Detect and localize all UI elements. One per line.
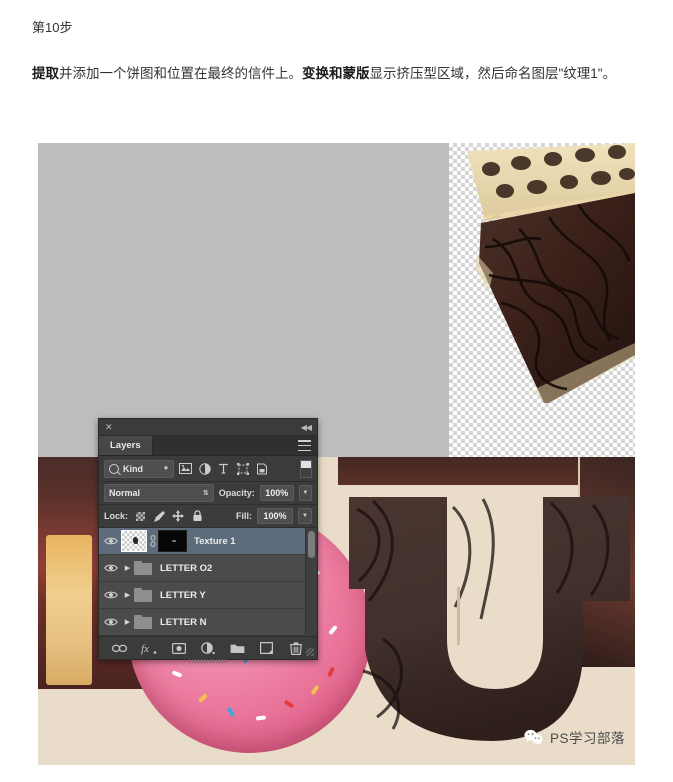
close-icon[interactable]: ✕ — [105, 422, 113, 432]
layers-scrollbar[interactable] — [305, 528, 317, 636]
canvas-gray-area — [38, 143, 449, 457]
folder-icon — [134, 614, 153, 630]
sprinkle — [310, 684, 320, 696]
layer-name[interactable]: Texture 1 — [194, 536, 236, 547]
table-row[interactable]: ▶ LETTER Y — [99, 582, 317, 609]
group-expand-arrow-icon[interactable]: ▶ — [121, 618, 134, 626]
photoshop-layers-panel[interactable]: ✕ ◀◀ Layers Kind ▲ ▼ Normal ⇅ Opacity: 1… — [98, 418, 318, 663]
opacity-input[interactable]: 100% — [259, 485, 294, 501]
step-description-text-2: 显示挤压型区域，然后命名图层"纹理1"。 — [369, 66, 617, 81]
panel-titlebar[interactable]: ✕ ◀◀ — [99, 419, 317, 436]
wechat-icon — [524, 729, 543, 745]
group-expand-arrow-icon[interactable]: ▶ — [121, 564, 134, 572]
sprinkle — [255, 715, 267, 721]
table-row[interactable]: Texture 1 — [99, 528, 317, 555]
layers-panel-footer[interactable]: fx — [99, 636, 317, 663]
layer-name[interactable]: LETTER Y — [160, 590, 206, 601]
layer-name[interactable]: LETTER O2 — [160, 563, 212, 574]
mask-link-icon[interactable] — [147, 531, 158, 551]
layer-visibility-icon[interactable] — [101, 528, 121, 554]
layer-thumbnail[interactable] — [121, 530, 147, 552]
layer-visibility-icon[interactable] — [101, 609, 121, 635]
layer-visibility-icon[interactable] — [101, 555, 121, 581]
sprinkle — [327, 666, 335, 678]
lock-row[interactable]: Lock: Fill: 100% ▼ — [99, 505, 317, 528]
panel-tab-row[interactable]: Layers — [99, 436, 317, 456]
filter-kind-stepper[interactable]: ▲ ▼ — [163, 465, 169, 472]
opacity-dropdown-icon[interactable]: ▼ — [298, 485, 312, 501]
lock-all-icon[interactable] — [190, 509, 204, 523]
sprinkle — [171, 670, 183, 678]
panel-menu-icon[interactable] — [298, 440, 311, 451]
blend-mode-value: Normal — [109, 488, 141, 498]
blend-mode-row[interactable]: Normal ⇅ Opacity: 100% ▼ — [99, 482, 317, 505]
filter-shape-layers-icon[interactable] — [235, 461, 250, 476]
svg-text:fx: fx — [141, 643, 149, 655]
step-description-text-1: 并添加一个饼图和位置在最终的信件上。 — [59, 66, 302, 81]
fill-input[interactable]: 100% — [257, 508, 293, 524]
group-expand-arrow-icon[interactable]: ▶ — [121, 591, 134, 599]
layer-mask-thumbnail[interactable] — [158, 530, 187, 552]
layer-filter-row[interactable]: Kind ▲ ▼ — [99, 456, 317, 482]
search-icon — [109, 463, 119, 474]
lock-transparent-pixels-icon[interactable] — [133, 509, 147, 523]
filter-pixel-layers-icon[interactable] — [178, 461, 193, 476]
step-label: 第10步 — [32, 20, 73, 35]
lock-position-icon[interactable] — [171, 509, 185, 523]
collapse-panel-icon[interactable]: ◀◀ — [301, 423, 312, 432]
panel-resize-grip[interactable] — [306, 648, 314, 656]
filter-type-layers-icon[interactable] — [216, 461, 231, 476]
blend-mode-select[interactable]: Normal ⇅ — [104, 484, 214, 502]
filter-smart-objects-icon[interactable] — [254, 461, 269, 476]
fill-dropdown-icon[interactable]: ▼ — [298, 508, 312, 524]
lock-image-pixels-icon[interactable] — [152, 509, 166, 523]
sprinkle — [198, 693, 208, 703]
panel-drag-grip[interactable] — [189, 659, 227, 663]
new-adjustment-layer-button[interactable] — [199, 640, 216, 657]
add-layer-mask-button[interactable] — [170, 640, 187, 657]
blend-mode-stepper-icon[interactable]: ⇅ — [203, 489, 209, 497]
watermark-text: PS学习部落 — [549, 731, 625, 746]
step-description-emph-2: 变换和蒙版 — [302, 66, 370, 81]
opacity-label: Opacity: — [218, 488, 255, 498]
article-text-block: 第10步 提取并添加一个饼图和位置在最终的信件上。变换和蒙版显示挤压型区域，然后… — [32, 18, 640, 88]
table-row[interactable]: ▶ LETTER O2 — [99, 555, 317, 582]
step-description-emph-1: 提取 — [32, 66, 59, 81]
embedded-screenshot: PS学习部落 ✕ ◀◀ Layers Kind ▲ ▼ Normal ⇅ Opa… — [38, 143, 635, 765]
chocolate-bar-top — [338, 457, 588, 485]
table-row[interactable]: ▶ LETTER N — [99, 609, 317, 636]
chocolate-letter-u — [343, 489, 635, 750]
watermark: PS学习部落 — [524, 727, 625, 747]
tab-layers[interactable]: Layers — [99, 436, 153, 455]
layers-scrollbar-thumb[interactable] — [308, 531, 315, 558]
sprinkle — [226, 706, 236, 718]
folder-icon — [134, 560, 153, 576]
link-layers-button[interactable] — [111, 640, 128, 657]
step-description: 提取并添加一个饼图和位置在最终的信件上。变换和蒙版显示挤压型区域，然后命名图层"… — [32, 60, 640, 88]
filter-enable-toggle[interactable] — [300, 459, 312, 478]
sprinkle — [328, 624, 338, 636]
new-layer-button[interactable] — [258, 640, 275, 657]
delete-layer-button[interactable] — [288, 640, 305, 657]
layer-name[interactable]: LETTER N — [160, 617, 206, 628]
layers-list[interactable]: Texture 1 ▶ LETTER O2 ▶ LETTER Y ▶ LETTE… — [99, 528, 317, 636]
chocolate-pie-slice — [449, 143, 635, 403]
folder-icon — [134, 587, 153, 603]
new-group-button[interactable] — [229, 640, 246, 657]
filter-adjustment-layers-icon[interactable] — [197, 461, 212, 476]
filter-kind-label: Kind — [123, 463, 143, 474]
layer-visibility-icon[interactable] — [101, 582, 121, 608]
layer-style-fx-button[interactable]: fx — [141, 640, 158, 657]
sprinkle — [283, 699, 295, 709]
lock-label: Lock: — [104, 511, 129, 521]
fill-label: Fill: — [236, 511, 252, 521]
filter-kind-select[interactable]: Kind ▲ ▼ — [104, 459, 174, 478]
